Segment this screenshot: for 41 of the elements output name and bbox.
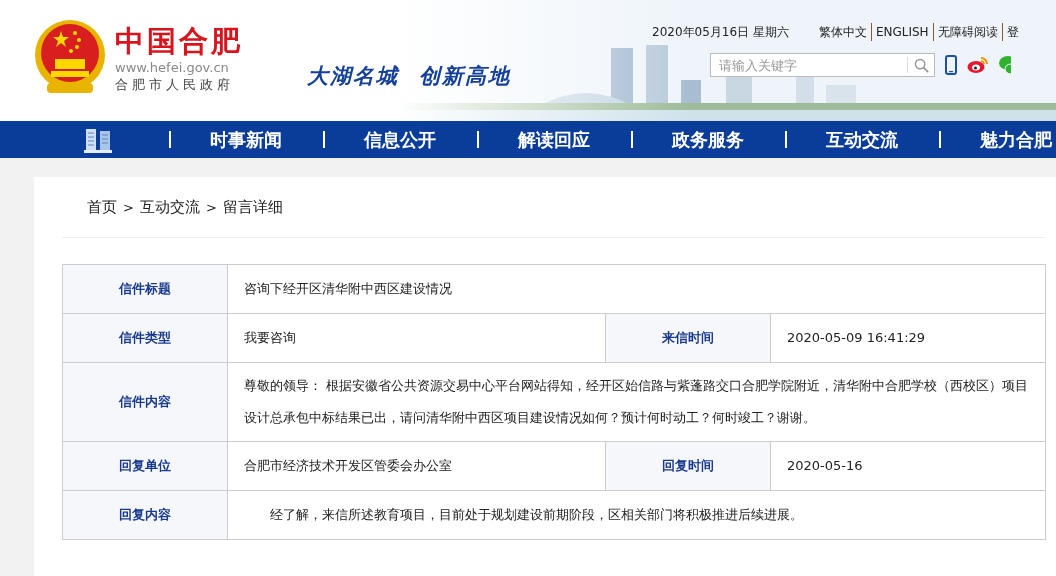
search-field[interactable]: 请输入关键字 [710,53,935,77]
header-link[interactable]: ENGLISH [870,23,933,41]
breadcrumb-link[interactable]: 留言详细 [222,197,283,217]
weibo-icon[interactable] [967,56,989,74]
field-value: 尊敬的领导： 根据安徽省公共资源交易中心平台网站得知，经开区始信路与紫蓬路交口合肥学院附近，清华附中合肥学校（西校区）项目设计总承包中标结果已出，请问清华附中西区项目建设情况如何？预计何时动工？何时竣工？谢谢。 [227,362,1046,442]
nav-link[interactable]: 魅力合肥 [980,127,1052,152]
wechat-icon[interactable] [999,56,1011,74]
field-value: 合肥市经济技术开发区管委会办公室 [227,441,606,491]
field-value: 2020-05-16 [770,441,1046,491]
site-subtitle: 合肥市人民政府 [115,76,235,94]
header-link[interactable]: 登 [1001,23,1023,41]
nav-link[interactable]: 时事新闻 [210,127,282,152]
slogan-text: 大湖名城 [307,63,399,90]
date-text: 2020年05月16日 星期六 [652,24,789,41]
field-label: 信件标题 [62,264,228,314]
building-icon[interactable] [84,126,112,153]
search-icon[interactable] [914,58,929,73]
field-value: 我要咨询 [227,313,606,363]
field-label: 信件类型 [62,313,228,363]
phone-icon[interactable] [945,55,957,75]
header-link[interactable]: 无障碍阅读 [932,23,1002,41]
site-title: 中国合肥 [115,24,244,58]
header-link[interactable]: 繁体中文 [814,23,871,41]
field-value: 咨询下经开区清华附中西区建设情况 [227,264,1046,314]
field-label: 回复单位 [62,441,228,491]
field-value: 经了解，来信所述教育项目，目前处于规划建设前期阶段，区相关部门将积极推进后续进展。 [227,490,1046,540]
nav-link[interactable]: 互动交流 [826,127,898,152]
slogan-text: 创新高地 [419,63,511,90]
nav-link[interactable]: 政务服务 [672,127,744,152]
field-label: 来信时间 [605,313,771,363]
breadcrumb-separator: > [123,199,134,215]
site-url: www.hefei.gov.cn [115,60,230,76]
nav-link[interactable]: 解读回应 [518,127,590,152]
field-value: 2020-05-09 16:41:29 [770,313,1046,363]
field-label: 回复内容 [62,490,228,540]
field-label: 回复时间 [605,441,771,491]
field-label: 信件内容 [62,362,228,442]
breadcrumb-separator: > [205,199,217,215]
breadcrumb-link[interactable]: 互动交流 [139,197,200,217]
nav-link[interactable]: 信息公开 [364,127,436,152]
breadcrumb-link[interactable]: 首页 [87,197,117,217]
